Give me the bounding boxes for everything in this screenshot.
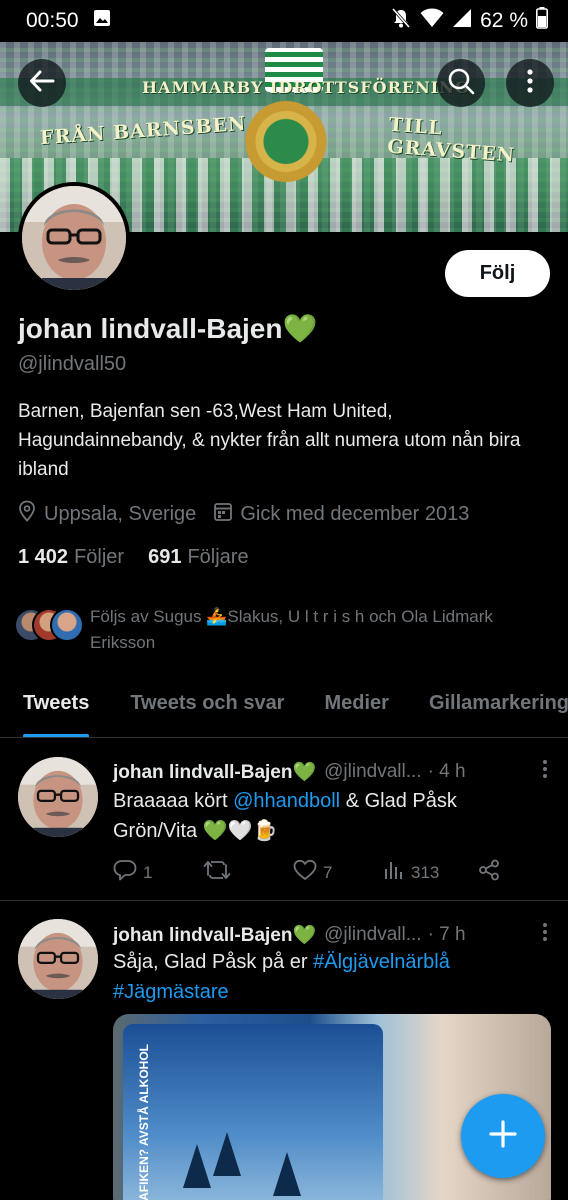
- bell-muted-icon: [390, 7, 412, 35]
- heart-icon: [293, 859, 317, 886]
- tab-tweets[interactable]: Tweets: [23, 678, 90, 737]
- location-text: Uppsala, Sverige: [44, 502, 197, 525]
- tweet-more-icon[interactable]: [542, 759, 548, 785]
- status-bar: 00:50 62 %: [0, 0, 568, 42]
- tweet-time: · 4 h: [427, 761, 466, 782]
- share-icon: [478, 859, 500, 886]
- location-pin-icon: [18, 500, 36, 528]
- image-tree: [183, 1144, 211, 1188]
- profile-name: johan lindvall-Bajen💚: [18, 313, 318, 344]
- arrow-left-icon: [29, 68, 55, 99]
- tab-label: Tweets: [23, 692, 90, 714]
- tab-label: Gillamarkeringar: [428, 692, 568, 714]
- like-button[interactable]: 7: [293, 859, 383, 886]
- tweet-author-handle[interactable]: @jlindvall...: [324, 761, 421, 783]
- plus-icon: [488, 1119, 518, 1154]
- battery-percent: 62 %: [480, 9, 528, 32]
- profile-bio: Barnen, Bajenfan sen -63,West Ham United…: [18, 401, 521, 480]
- tweet-author-handle[interactable]: @jlindvall...: [324, 924, 421, 946]
- tweet-header: johan lindvall-Bajen💚 @jlindvall... · 4 …: [113, 759, 548, 785]
- avatar-portrait: [22, 186, 126, 290]
- more-options-button[interactable]: [506, 59, 554, 107]
- share-button[interactable]: [478, 859, 500, 886]
- reply-count: 1: [143, 862, 153, 882]
- joined-text: Gick med december 2013: [240, 502, 470, 525]
- profile-joined: Gick med december 2013: [214, 501, 469, 527]
- followers-link[interactable]: 691 Följare: [148, 546, 249, 569]
- views-count: 313: [411, 862, 440, 882]
- profile-tabs: Tweets Tweets och svar Medier Gillamarke…: [0, 678, 568, 738]
- retweet-button[interactable]: [203, 859, 293, 886]
- followers-count: 691: [148, 546, 182, 568]
- tab-media[interactable]: Medier: [324, 678, 389, 737]
- wifi-icon: [420, 8, 444, 34]
- reply-button[interactable]: 1: [113, 859, 203, 886]
- hashtag-link[interactable]: #Älgjävelnärblå: [313, 951, 450, 973]
- following-label: Följer: [74, 546, 125, 568]
- profile-location: Uppsala, Sverige: [18, 500, 196, 528]
- retweet-icon: [203, 859, 231, 886]
- profile-handle: @jlindvall50: [18, 353, 127, 375]
- tweet-author-name[interactable]: johan lindvall-Bajen💚: [113, 923, 316, 947]
- tweet-more-icon[interactable]: [542, 922, 548, 948]
- profile-meta: Uppsala, Sverige Gick med december 2013: [18, 500, 487, 528]
- follower-avatar: [50, 608, 84, 642]
- image-tree: [273, 1152, 301, 1196]
- following-count: 1 402: [18, 546, 69, 568]
- calendar-icon: [214, 501, 233, 527]
- tweet-text: Såja, Glad Påsk på er #Älgjävelnärblå #Jä…: [113, 947, 543, 1007]
- image-can-text: TRAFIKEN? AVSTÅ ALKOHOL: [137, 1044, 151, 1200]
- followed-by[interactable]: Följs av Sugus 🚣Slakus, U l t r i s h oc…: [14, 604, 554, 656]
- followed-by-avatars: [14, 604, 88, 644]
- followed-by-text: Följs av Sugus 🚣Slakus, U l t r i s h oc…: [90, 607, 493, 652]
- profile-avatar[interactable]: [18, 182, 130, 294]
- search-icon: [447, 67, 475, 100]
- back-button[interactable]: [18, 59, 66, 107]
- views-icon: [383, 859, 405, 886]
- tweet-avatar[interactable]: [18, 757, 98, 837]
- active-tab-indicator: [23, 734, 90, 737]
- tweet[interactable]: johan lindvall-Bajen💚 @jlindvall... · 4 …: [0, 739, 568, 901]
- reply-icon: [113, 859, 137, 886]
- gallery-icon: [93, 9, 111, 33]
- banner-text-top: HAMMARBY IDROTTSFÖRENING: [142, 78, 470, 97]
- avatar-portrait: [18, 919, 98, 999]
- tab-likes[interactable]: Gillamarkeringar: [428, 678, 568, 737]
- profile-counts: 1 402 Följer 691 Följare: [18, 546, 249, 569]
- tweet-author-name[interactable]: johan lindvall-Bajen💚: [113, 760, 316, 784]
- tab-tweets-and-replies[interactable]: Tweets och svar: [130, 678, 285, 737]
- image-tree: [213, 1132, 241, 1176]
- tab-label: Tweets och svar: [130, 692, 285, 714]
- search-button[interactable]: [437, 59, 485, 107]
- tweet-header: johan lindvall-Bajen💚 @jlindvall... · 7 …: [113, 922, 548, 948]
- status-time: 00:50: [26, 9, 79, 32]
- hashtag-link[interactable]: #Jägmästare: [113, 981, 229, 1003]
- battery-icon: [536, 7, 548, 35]
- views-button[interactable]: 313: [383, 859, 478, 886]
- following-link[interactable]: 1 402 Följer: [18, 546, 124, 569]
- follow-button[interactable]: Följ: [445, 250, 550, 297]
- tweet-actions: 1 7 313: [113, 859, 513, 886]
- banner-crest: [232, 92, 340, 202]
- tweet-text-part: Såja, Glad Påsk på er: [113, 951, 314, 973]
- tweet-avatar[interactable]: [18, 919, 98, 999]
- compose-tweet-button[interactable]: [461, 1094, 545, 1178]
- banner-text-left: FRÅN BARNSBEN: [39, 112, 248, 150]
- tweet-text-part: Braaaaa kört: [113, 790, 234, 812]
- tab-label: Medier: [324, 692, 389, 714]
- signal-icon: [452, 8, 472, 34]
- tweet-text: Braaaaa kört @hhandboll & Glad Påsk Grön…: [113, 786, 543, 846]
- avatar-portrait: [18, 757, 98, 837]
- tweet-time: · 7 h: [427, 924, 466, 945]
- more-vertical-icon: [526, 68, 534, 99]
- like-count: 7: [323, 862, 333, 882]
- tweet-image-can: TRAFIKEN? AVSTÅ ALKOHOL: [123, 1024, 383, 1200]
- tweet-mention-link[interactable]: @hhandboll: [233, 790, 340, 812]
- followers-label: Följare: [187, 546, 249, 568]
